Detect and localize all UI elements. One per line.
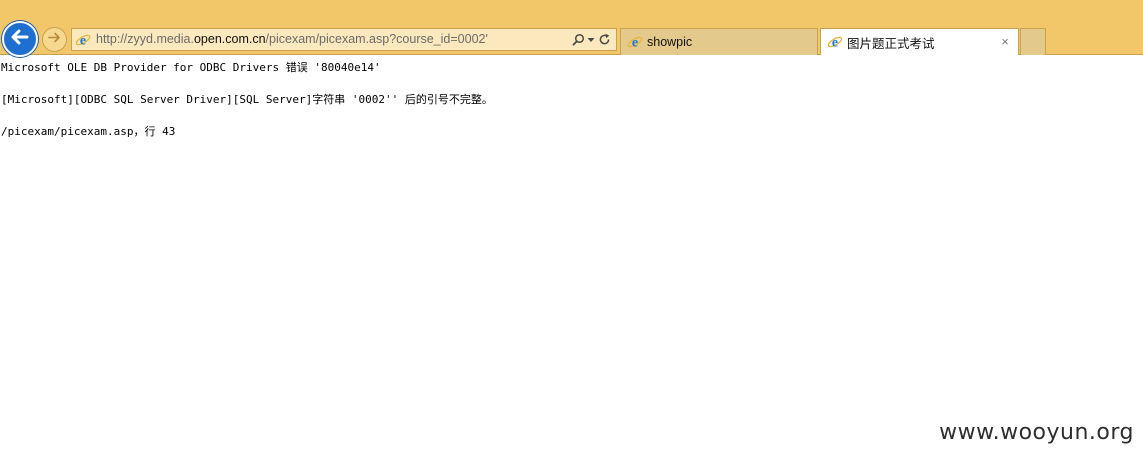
- address-bar: e http://zyyd.media.open.com.cn/picexam/…: [71, 28, 617, 51]
- address-input[interactable]: http://zyyd.media.open.com.cn/picexam/pi…: [94, 29, 570, 50]
- page-content: Microsoft OLE DB Provider for ODBC Drive…: [0, 55, 1143, 461]
- url-prefix: http://zyyd.media.: [96, 32, 194, 46]
- tab-picexam[interactable]: e 图片题正式考试 ×: [820, 28, 1019, 55]
- close-icon[interactable]: ×: [998, 34, 1012, 50]
- error-header: Microsoft OLE DB Provider for ODBC Drive…: [1, 61, 381, 74]
- forward-button[interactable]: [42, 27, 67, 52]
- ie-icon: e: [627, 34, 643, 50]
- back-arrow-icon: [9, 26, 31, 53]
- search-icon[interactable]: [570, 29, 586, 50]
- error-message: [Microsoft][ODBC SQL Server Driver][SQL …: [1, 93, 493, 106]
- svg-text:e: e: [632, 36, 638, 51]
- address-tools: [570, 29, 616, 50]
- chevron-down-icon[interactable]: [586, 29, 596, 50]
- error-location: /picexam/picexam.asp，行 43: [1, 125, 176, 138]
- tab-showpic[interactable]: e showpic: [620, 28, 818, 55]
- svg-text:e: e: [80, 33, 86, 48]
- back-button[interactable]: [2, 21, 38, 57]
- browser-chrome: e http://zyyd.media.open.com.cn/picexam/…: [0, 0, 1143, 57]
- ie-icon: e: [827, 34, 843, 50]
- tab-label: 图片题正式考试: [847, 36, 935, 51]
- tab-label: showpic: [647, 35, 693, 49]
- url-domain: open.com.cn: [193, 32, 266, 46]
- svg-text:e: e: [832, 36, 838, 51]
- new-tab-button[interactable]: [1020, 28, 1046, 55]
- url-suffix: /picexam/picexam.asp?course_id=0002': [265, 32, 488, 46]
- ie-icon: e: [72, 29, 94, 50]
- forward-arrow-icon: [47, 30, 62, 50]
- refresh-icon[interactable]: [596, 29, 612, 50]
- watermark: www.wooyun.org: [939, 420, 1134, 445]
